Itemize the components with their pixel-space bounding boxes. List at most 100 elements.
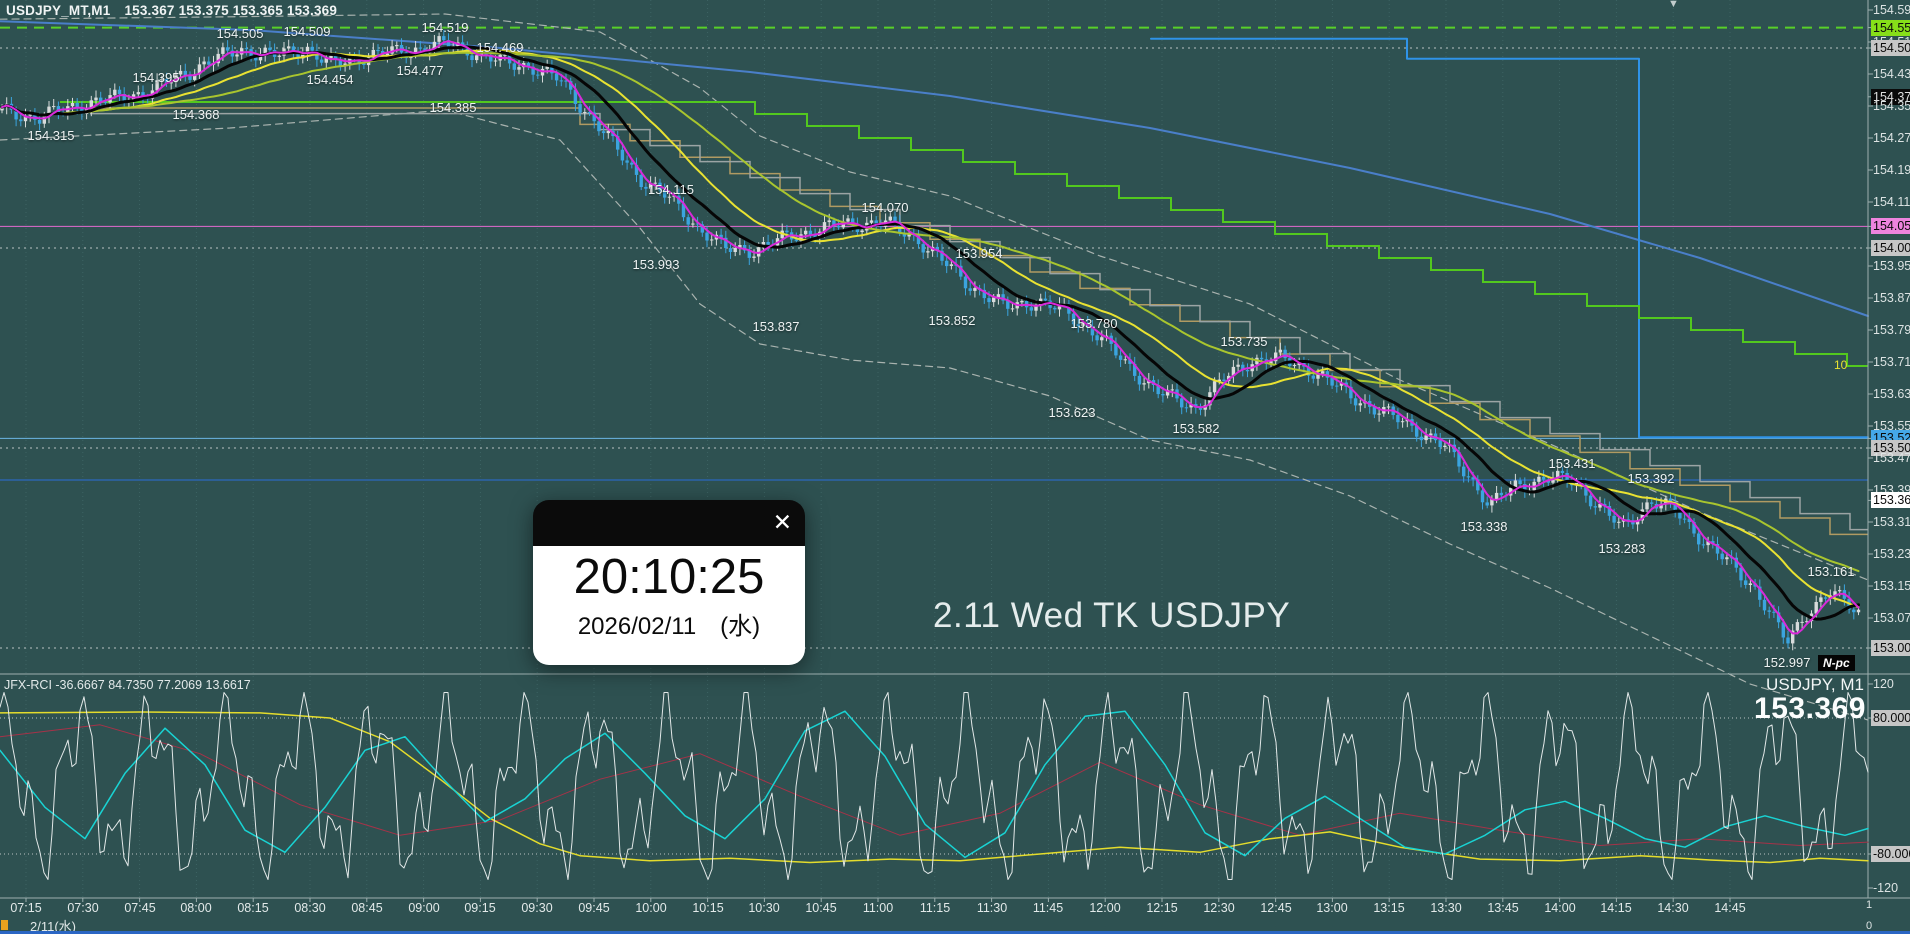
time-axis-label: 08:30: [294, 901, 326, 915]
chart-watermark-text: 2.11 Wed TK USDJPY: [933, 596, 1291, 635]
time-axis-label: 14:45: [1714, 901, 1746, 915]
price-axis-tag: 153.955: [1873, 259, 1910, 273]
price-axis-tag: 153.635: [1873, 387, 1910, 401]
swing-price-label: 153.780: [1070, 316, 1118, 331]
swing-price-label: 153.735: [1220, 334, 1268, 349]
price-axis-tag: 154.500: [1871, 40, 1910, 56]
clock-body: 20:10:25 2026/02/11 (水): [533, 546, 805, 665]
swing-price-label: 153.338: [1460, 519, 1508, 534]
axis-corner-marker: [1, 920, 8, 930]
time-axis-label: 09:30: [521, 901, 553, 915]
time-axis-label: 09:15: [464, 901, 496, 915]
time-axis-label: 13:45: [1487, 901, 1519, 915]
swing-price-label: 153.954: [955, 246, 1003, 261]
time-axis-label: 08:45: [351, 901, 383, 915]
swing-price-label: 152.997: [1763, 655, 1811, 670]
time-axis-label: 14:30: [1657, 901, 1689, 915]
chart-title: USDJPY_MT,M1 153.367 153.375 153.365 153.…: [6, 3, 337, 18]
time-axis-label: 07:45: [124, 901, 156, 915]
indicator-n-tag: N-pc: [1818, 655, 1855, 671]
chart-canvas[interactable]: [0, 0, 1910, 934]
axis-note-10: 10: [1834, 358, 1848, 372]
candles-up: [0, 32, 1861, 651]
corner-price-label: 153.369: [1754, 692, 1866, 725]
rci-axis-tag: 120: [1873, 677, 1894, 691]
price-axis-tag: 154.054: [1871, 218, 1910, 234]
ma-magenta: [1, 40, 1860, 635]
price-axis-tag: 154.435: [1873, 67, 1910, 81]
trading-app-window: 154.595154.551154.515154.500154.435154.3…: [0, 0, 1910, 934]
time-axis-label: 13:15: [1373, 901, 1405, 915]
edge-label-1: 1: [1866, 899, 1873, 911]
ma-chartreuse: [1, 51, 1860, 573]
swing-price-label: 154.454: [306, 72, 354, 87]
swing-price-label: 154.519: [421, 20, 469, 35]
swing-price-label: 154.070: [861, 200, 909, 215]
time-axis-label: 09:45: [578, 901, 610, 915]
time-axis-label: 10:45: [805, 901, 837, 915]
swing-price-label: 154.385: [429, 100, 477, 115]
rci-axis-tag: 80.0000: [1871, 710, 1910, 726]
price-axis-tag: 154.000: [1871, 240, 1910, 256]
swing-price-label: 154.115: [647, 182, 695, 197]
ma-yellow: [1, 49, 1860, 609]
time-axis-label: 07:30: [67, 901, 99, 915]
price-axis-tag: 153.715: [1873, 355, 1910, 369]
swing-price-label: 153.852: [928, 313, 976, 328]
price-axis-tag: 153.795: [1873, 323, 1910, 337]
swing-price-label: 153.837: [752, 319, 800, 334]
rci-white: [0, 692, 1869, 880]
time-axis-label: 11:30: [976, 901, 1008, 915]
clock-overlay[interactable]: ✕ 20:10:25 2026/02/11 (水): [533, 500, 805, 665]
time-axis-label: 10:00: [635, 901, 667, 915]
swing-price-label: 154.505: [216, 26, 264, 41]
time-axis-label: 08:00: [180, 901, 212, 915]
swing-price-label: 153.582: [1172, 421, 1220, 436]
swing-price-label: 154.368: [172, 107, 220, 122]
price-axis-tag: 154.275: [1873, 131, 1910, 145]
rci-cyan: [0, 710, 1869, 859]
swing-price-label: 154.509: [283, 24, 331, 39]
time-axis-label: 10:15: [692, 901, 724, 915]
rci-red: [0, 724, 1869, 846]
time-axis-label: 14:00: [1544, 901, 1576, 915]
price-axis-tag: 154.595: [1873, 3, 1910, 17]
time-axis-label: 10:30: [748, 901, 780, 915]
price-axis-tag: 154.355: [1873, 99, 1910, 113]
rci-indicator-header: JFX-RCI -36.6667 84.7350 77.2069 13.6617: [4, 678, 251, 692]
time-axis-label: 11:15: [919, 901, 951, 915]
time-axis-label: 12:30: [1203, 901, 1235, 915]
symbol-timeframe-label: USDJPY_MT,M1: [6, 3, 111, 18]
clock-titlebar[interactable]: ✕: [533, 500, 805, 546]
swing-price-label: 153.993: [632, 257, 680, 272]
swing-price-label: 153.283: [1598, 541, 1646, 556]
price-axis-tag: 154.115: [1873, 195, 1910, 209]
swing-price-label: 153.431: [1548, 456, 1596, 471]
ohlc-values: 153.367 153.375 153.365 153.369: [124, 3, 338, 18]
ma-black: [0, 45, 1860, 621]
time-axis-label: 08:15: [237, 901, 269, 915]
time-axis-label: 12:15: [1146, 901, 1178, 915]
price-axis-tag: 153.369: [1871, 492, 1910, 508]
time-axis-label: 14:15: [1600, 901, 1632, 915]
price-axis-tag: 153.875: [1873, 291, 1910, 305]
time-axis-label: 09:00: [408, 901, 440, 915]
time-axis-label: 11:00: [862, 901, 894, 915]
time-axis-label: 07:15: [10, 901, 42, 915]
rci-axis-tag: -120: [1873, 881, 1899, 895]
price-axis-tag: 154.195: [1873, 163, 1910, 177]
swing-price-label: 154.477: [396, 63, 444, 78]
clock-time: 20:10:25: [573, 550, 765, 604]
price-axis-tag: 153.155: [1873, 579, 1910, 593]
candles-down: [9, 30, 1856, 649]
price-axis-tag: 153.235: [1873, 547, 1910, 561]
price-axis-tag: 153.475: [1873, 451, 1910, 465]
time-axis-label: 12:00: [1089, 901, 1121, 915]
time-axis-label: 12:45: [1260, 901, 1292, 915]
swing-price-label: 154.469: [476, 40, 524, 55]
close-icon[interactable]: ✕: [773, 508, 792, 536]
swing-price-label: 154.315: [27, 128, 75, 143]
swing-price-label: 153.623: [1048, 405, 1096, 420]
scroll-anchor-icon[interactable]: ▼: [1668, 0, 1679, 10]
tan-step: [90, 107, 1868, 536]
